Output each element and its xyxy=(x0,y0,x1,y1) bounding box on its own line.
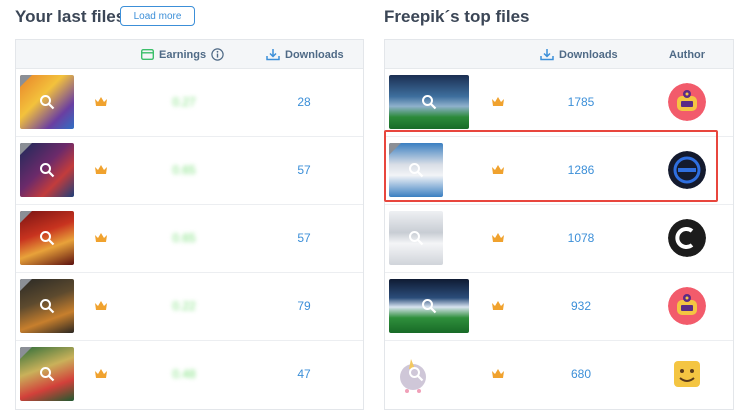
downloads-header: Downloads xyxy=(266,40,344,69)
load-more-button[interactable]: Load more xyxy=(120,6,195,26)
file-thumbnail[interactable] xyxy=(389,347,443,401)
your-files-table: Earnings Downloads 0.27 28 0.65 57 0.65 … xyxy=(15,39,364,410)
premium-crown-icon xyxy=(492,233,504,242)
file-thumbnail[interactable] xyxy=(20,75,74,129)
file-thumbnail[interactable] xyxy=(389,211,443,265)
file-thumbnail[interactable] xyxy=(20,143,74,197)
author-avatar[interactable] xyxy=(668,83,706,121)
table-row[interactable]: 0.65 57 xyxy=(16,137,363,205)
author-avatar[interactable] xyxy=(668,287,706,325)
premium-crown-icon xyxy=(95,233,107,242)
earnings-value: 0.27 xyxy=(172,95,196,109)
top-files-header: Downloads Author xyxy=(385,40,733,69)
author-avatar[interactable] xyxy=(668,219,706,257)
highlight-selection-box xyxy=(384,130,718,202)
earnings-value: 0.48 xyxy=(172,367,196,381)
top-files-table: Downloads Author 1785 1286 1078 932 680 xyxy=(384,39,734,410)
info-icon[interactable] xyxy=(211,48,224,61)
search-icon[interactable] xyxy=(39,366,55,382)
downloads-label: Downloads xyxy=(559,48,618,61)
earnings-value: 0.22 xyxy=(172,299,196,313)
earnings-value: 0.65 xyxy=(172,231,196,245)
premium-crown-icon xyxy=(95,301,107,310)
downloads-value: 47 xyxy=(297,367,311,381)
downloads-value: 680 xyxy=(570,367,592,381)
author-label: Author xyxy=(669,48,706,61)
premium-crown-icon xyxy=(95,165,107,174)
downloads-value: 79 xyxy=(297,299,311,313)
file-thumbnail[interactable] xyxy=(20,347,74,401)
premium-crown-icon xyxy=(95,97,107,106)
search-icon[interactable] xyxy=(39,298,55,314)
premium-crown-icon xyxy=(95,369,107,378)
premium-crown-icon xyxy=(492,369,504,378)
downloads-header: Downloads xyxy=(540,40,618,69)
downloads-value: 1785 xyxy=(567,95,595,109)
search-icon[interactable] xyxy=(39,94,55,110)
search-icon[interactable] xyxy=(39,162,55,178)
file-thumbnail[interactable] xyxy=(20,279,74,333)
table-row[interactable]: 0.48 47 xyxy=(16,341,363,409)
search-icon[interactable] xyxy=(408,366,424,382)
author-avatar[interactable] xyxy=(668,355,706,393)
search-icon[interactable] xyxy=(421,94,437,110)
table-row[interactable]: 932 xyxy=(385,273,733,341)
thumbnail-corner xyxy=(20,279,32,291)
file-thumbnail[interactable] xyxy=(389,75,469,129)
premium-crown-icon xyxy=(492,97,504,106)
table-row[interactable]: 1785 xyxy=(385,69,733,137)
downloads-value: 932 xyxy=(570,299,592,313)
earnings-value: 0.65 xyxy=(172,163,196,177)
table-row[interactable]: 0.22 79 xyxy=(16,273,363,341)
search-icon[interactable] xyxy=(39,230,55,246)
premium-crown-icon xyxy=(492,301,504,310)
thumbnail-corner xyxy=(20,143,32,155)
downloads-value: 28 xyxy=(297,95,311,109)
earnings-header: Earnings xyxy=(141,40,224,69)
top-files-title: Freepik´s top files xyxy=(384,7,530,26)
downloads-label: Downloads xyxy=(285,48,344,61)
earnings-icon xyxy=(141,49,154,60)
search-icon[interactable] xyxy=(421,298,437,314)
file-thumbnail[interactable] xyxy=(389,279,469,333)
thumbnail-corner xyxy=(20,347,32,359)
search-icon[interactable] xyxy=(408,230,424,246)
table-row[interactable]: 0.27 28 xyxy=(16,69,363,137)
author-header: Author xyxy=(669,40,705,69)
thumbnail-corner xyxy=(20,211,32,223)
thumbnail-corner xyxy=(20,75,32,87)
your-files-header: Earnings Downloads xyxy=(16,40,363,69)
download-icon xyxy=(266,49,280,61)
table-row[interactable]: 0.65 57 xyxy=(16,205,363,273)
table-row[interactable]: 680 xyxy=(385,341,733,409)
download-icon xyxy=(540,49,554,61)
downloads-value: 57 xyxy=(297,163,311,177)
downloads-value: 1078 xyxy=(567,231,595,245)
downloads-value: 57 xyxy=(297,231,311,245)
file-thumbnail[interactable] xyxy=(20,211,74,265)
your-last-files-title: Your last files xyxy=(15,7,126,26)
table-row[interactable]: 1078 xyxy=(385,205,733,273)
earnings-label: Earnings xyxy=(159,48,207,61)
